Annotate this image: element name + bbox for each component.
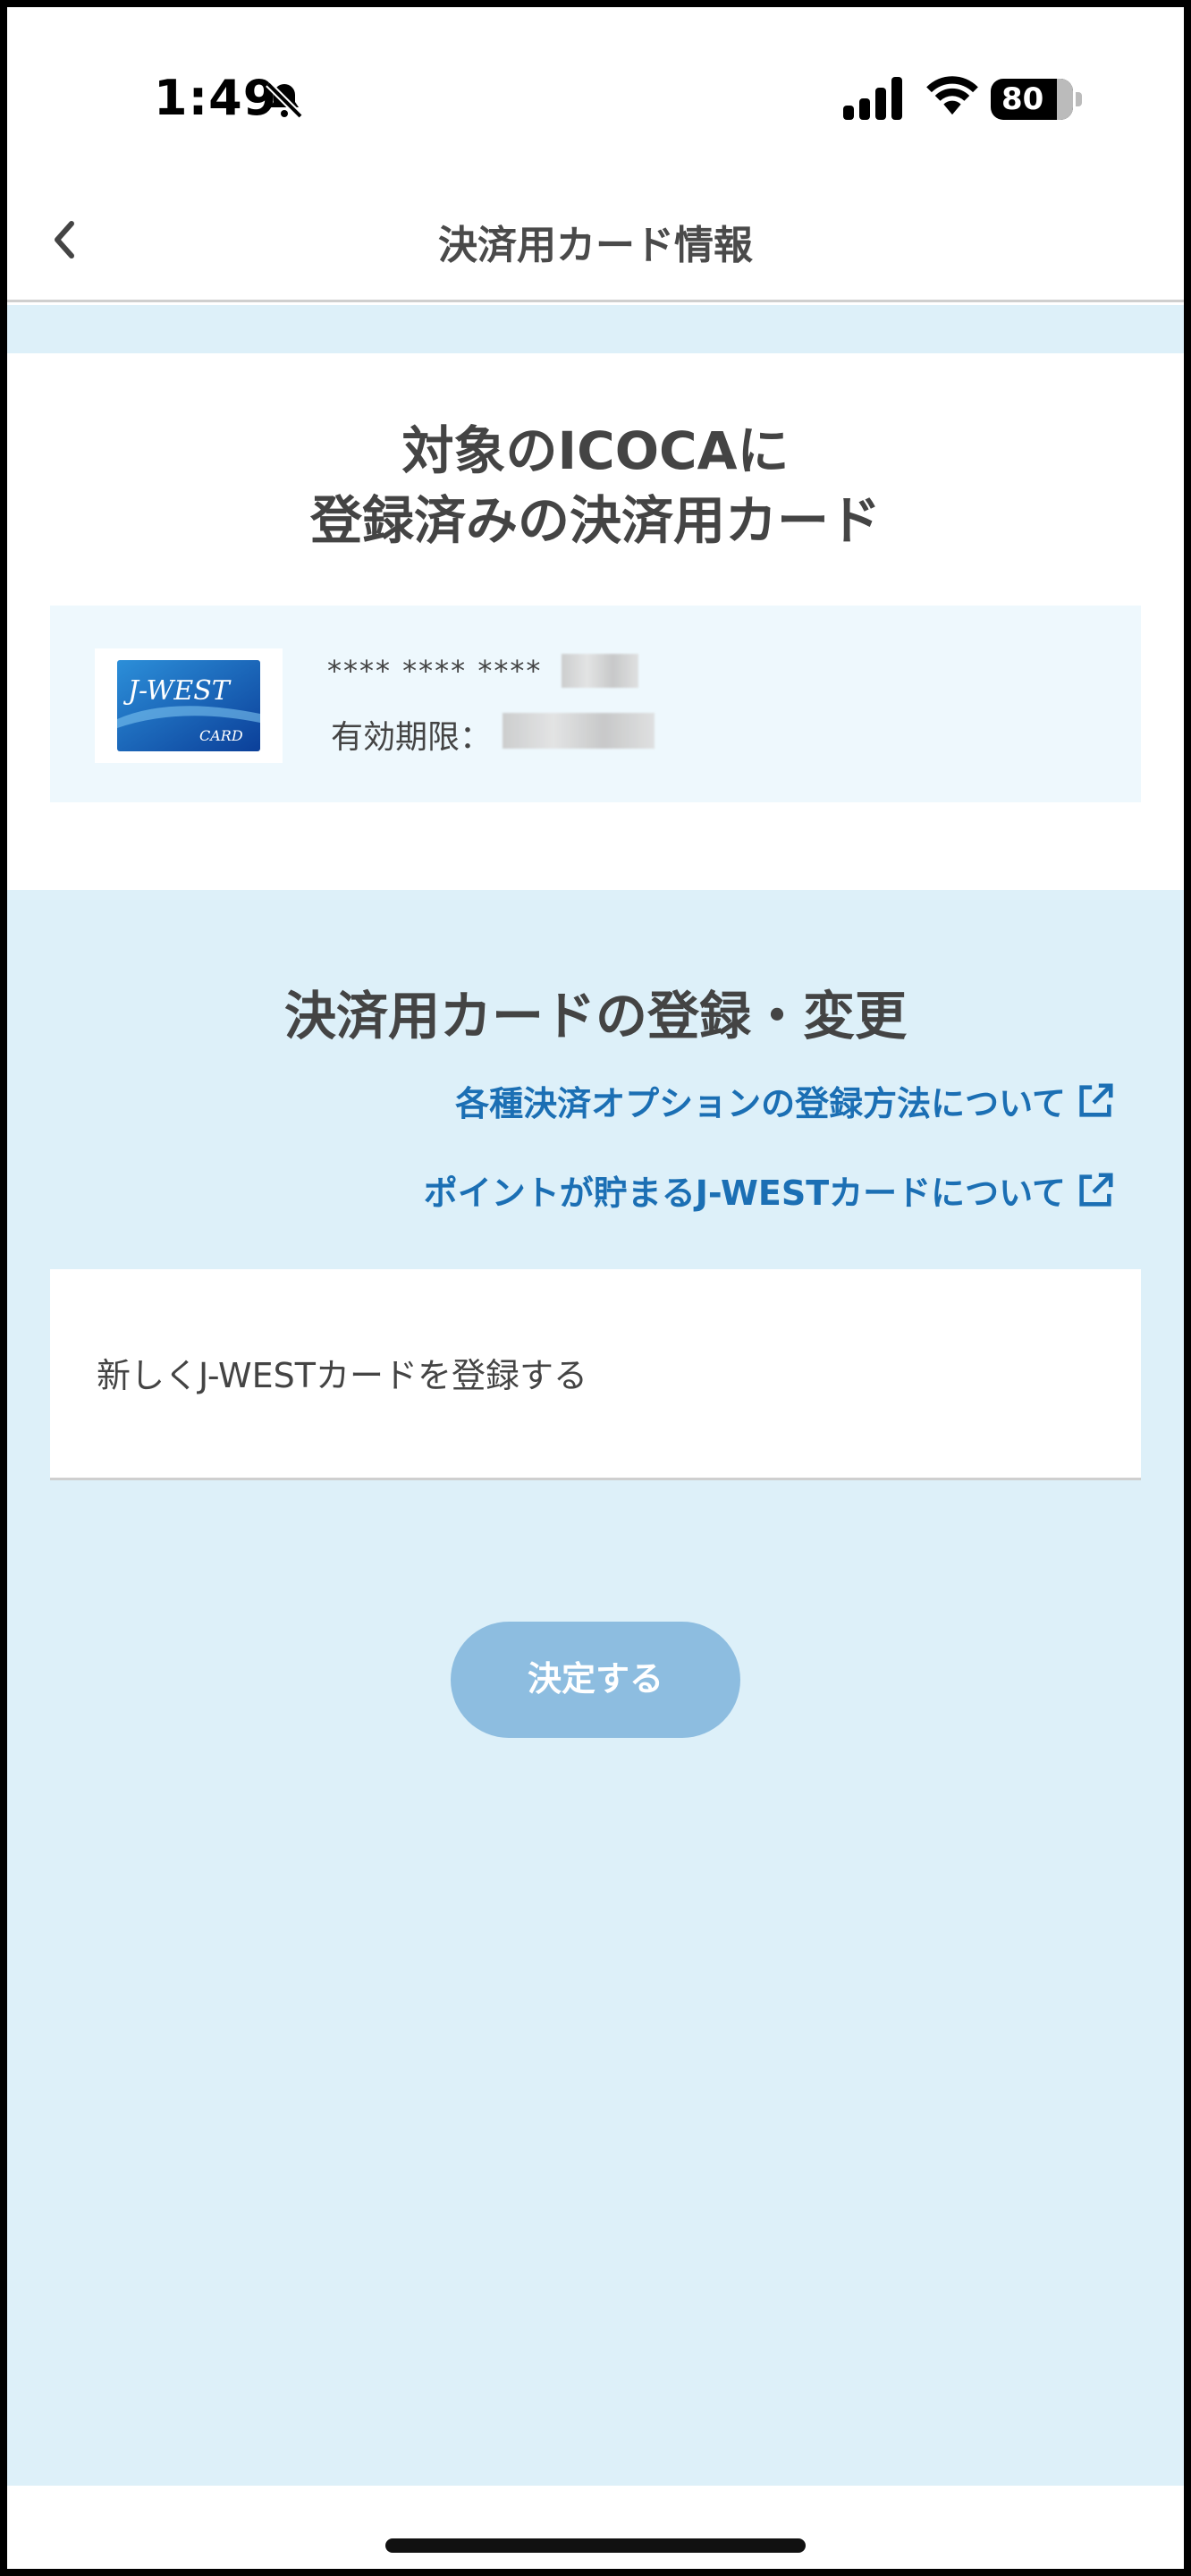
external-link-icon — [1079, 1082, 1113, 1117]
submit-button[interactable]: 決定する — [451, 1622, 740, 1738]
battery-icon: 80 — [991, 79, 1084, 120]
j-west-card-logo: J-WEST CARD — [95, 648, 283, 763]
link-label: 各種決済オプションの登録方法について — [455, 1084, 1066, 1123]
register-new-card-label: 新しくJ-WESTカードを登録する — [97, 1356, 587, 1395]
external-link-icon — [1079, 1172, 1113, 1207]
redacted-card-digits — [562, 654, 638, 688]
expiry-label: 有効期限： — [331, 719, 493, 756]
masked-card-number: **** **** **** — [327, 654, 543, 688]
wifi-icon — [926, 76, 978, 115]
status-time: 1:49 — [154, 70, 278, 126]
registered-title-line2: 登録済みの決済用カード — [309, 490, 881, 551]
registered-card-section: 対象のICOCAに 登録済みの決済用カード J-WEST CARD **** *… — [7, 353, 1184, 890]
home-bar-area — [7, 2486, 1184, 2569]
page-title: 決済用カード情報 — [438, 223, 753, 268]
cellular-signal-icon — [843, 77, 902, 120]
registered-card: J-WEST CARD **** **** **** 有効期限： — [50, 606, 1141, 802]
main-content: 対象のICOCAに 登録済みの決済用カード J-WEST CARD **** *… — [7, 305, 1184, 2486]
j-west-card-points-link[interactable]: ポイントが貯まるJ-WESTカードについて — [424, 1165, 1116, 1215]
bell-slash-icon — [266, 81, 303, 119]
payment-options-guide-link[interactable]: 各種決済オプションの登録方法について — [455, 1076, 1116, 1125]
home-indicator[interactable] — [385, 2538, 806, 2553]
app-screen: 1:49 80 決済用カード情報 対象のICOCAに 登録済みの決済用カード J… — [7, 7, 1184, 2569]
svg-text:J-WEST: J-WEST — [122, 675, 232, 707]
status-bar: 1:49 80 — [7, 7, 1184, 177]
nav-bar: 決済用カード情報 — [7, 177, 1184, 302]
register-new-card-option[interactable]: 新しくJ-WESTカードを登録する — [50, 1269, 1141, 1480]
battery-percent: 80 — [1001, 81, 1044, 117]
svg-text:CARD: CARD — [199, 727, 243, 744]
redacted-expiry-date — [503, 713, 655, 749]
registered-title-line1: 対象のICOCAに — [401, 420, 790, 481]
link-label: ポイントが貯まるJ-WESTカードについて — [423, 1174, 1066, 1213]
change-section-title: 決済用カードの登録・変更 — [283, 986, 907, 1046]
registered-section-title: 対象のICOCAに 登録済みの決済用カード — [7, 416, 1184, 555]
